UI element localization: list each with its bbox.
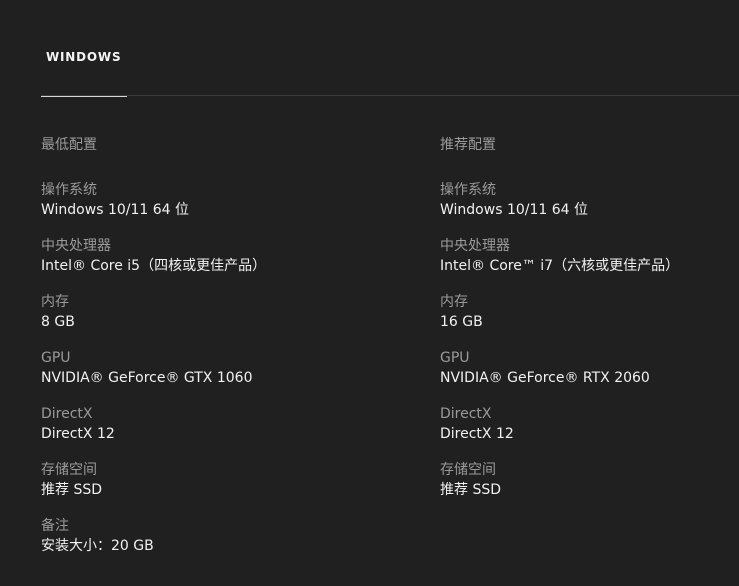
- spec-value: 8 GB: [41, 314, 75, 330]
- tab-bar-divider: [41, 95, 739, 96]
- spec-value: Windows 10/11 64 位: [41, 202, 190, 218]
- spec-value: 16 GB: [440, 314, 483, 330]
- spec-value: DirectX 12: [41, 426, 115, 442]
- spec-label: DirectX: [440, 406, 492, 422]
- minimum-requirements-title: 最低配置: [41, 137, 97, 153]
- minimum-requirements-column: 最低配置 操作系统 Windows 10/11 64 位 中央处理器 Intel…: [41, 134, 361, 573]
- spec-label: 内存: [41, 294, 69, 310]
- rec-spec-cpu: 中央处理器 Intel® Core™ i7（六核或更佳产品）: [440, 237, 739, 293]
- spec-label: GPU: [440, 350, 470, 366]
- min-spec-notes: 备注 安装大小：20 GB: [41, 517, 361, 573]
- spec-label: 中央处理器: [440, 238, 510, 254]
- spec-label: GPU: [41, 350, 71, 366]
- spec-value: 推荐 SSD: [41, 482, 103, 498]
- spec-label: 备注: [41, 518, 69, 534]
- min-spec-os: 操作系统 Windows 10/11 64 位: [41, 181, 361, 237]
- tab-windows-label: WINDOWS: [46, 50, 122, 64]
- platform-tab-bar: WINDOWS: [0, 0, 739, 97]
- min-spec-gpu: GPU NVIDIA® GeForce® GTX 1060: [41, 349, 361, 405]
- spec-label: 存储空间: [440, 462, 496, 478]
- spec-label: 内存: [440, 294, 468, 310]
- rec-spec-directx: DirectX DirectX 12: [440, 405, 739, 461]
- tab-windows[interactable]: WINDOWS: [41, 48, 127, 97]
- spec-value: DirectX 12: [440, 426, 514, 442]
- spec-value: NVIDIA® GeForce® GTX 1060: [41, 370, 253, 386]
- recommended-requirements-column: 推荐配置 操作系统 Windows 10/11 64 位 中央处理器 Intel…: [440, 134, 739, 517]
- spec-value: NVIDIA® GeForce® RTX 2060: [440, 370, 650, 386]
- spec-value: Windows 10/11 64 位: [440, 202, 589, 218]
- spec-label: 操作系统: [41, 182, 97, 198]
- spec-value: Intel® Core™ i7（六核或更佳产品）: [440, 258, 680, 274]
- rec-spec-os: 操作系统 Windows 10/11 64 位: [440, 181, 739, 237]
- spec-label: 操作系统: [440, 182, 496, 198]
- min-spec-storage: 存储空间 推荐 SSD: [41, 461, 361, 517]
- spec-value: Intel® Core i5（四核或更佳产品）: [41, 258, 267, 274]
- min-spec-memory: 内存 8 GB: [41, 293, 361, 349]
- rec-spec-storage: 存储空间 推荐 SSD: [440, 461, 739, 517]
- rec-spec-memory: 内存 16 GB: [440, 293, 739, 349]
- spec-label: 存储空间: [41, 462, 97, 478]
- spec-label: DirectX: [41, 406, 93, 422]
- spec-value: 推荐 SSD: [440, 482, 502, 498]
- spec-value: 安装大小：20 GB: [41, 538, 154, 554]
- rec-spec-gpu: GPU NVIDIA® GeForce® RTX 2060: [440, 349, 739, 405]
- recommended-requirements-title: 推荐配置: [440, 137, 496, 153]
- min-spec-cpu: 中央处理器 Intel® Core i5（四核或更佳产品）: [41, 237, 361, 293]
- spec-label: 中央处理器: [41, 238, 111, 254]
- min-spec-directx: DirectX DirectX 12: [41, 405, 361, 461]
